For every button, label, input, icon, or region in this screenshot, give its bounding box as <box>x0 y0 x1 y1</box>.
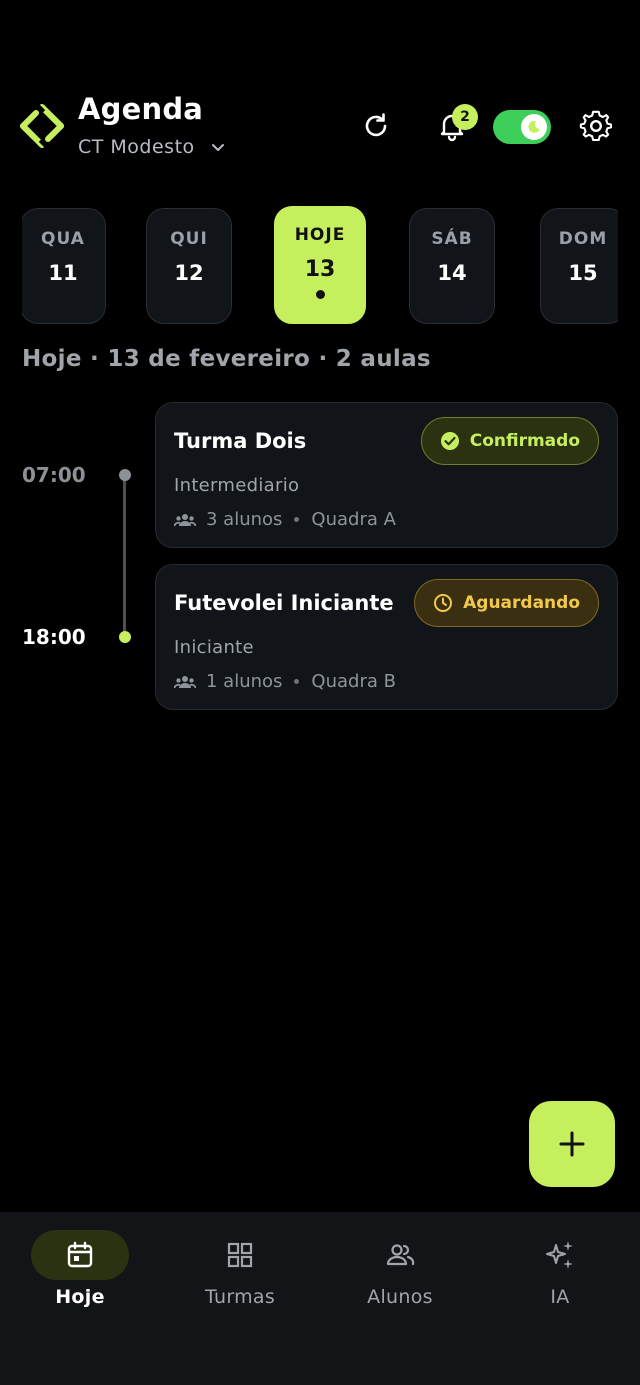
timeline-line <box>123 476 126 638</box>
nav-icon-container <box>351 1230 449 1280</box>
nav-item-ia[interactable]: IA <box>480 1230 640 1308</box>
nav-label: Turmas <box>204 1286 276 1308</box>
nav-item-hoje[interactable]: Hoje <box>0 1230 160 1308</box>
theme-toggle[interactable] <box>493 110 551 144</box>
nav-item-alunos[interactable]: Alunos <box>320 1230 480 1308</box>
group-icon <box>174 513 196 526</box>
day-name: DOM <box>558 229 608 249</box>
day-name: SÁB <box>431 229 473 249</box>
nav-label: IA <box>550 1286 570 1308</box>
class-title: Futevolei Iniciante <box>174 591 394 615</box>
chevron-down-icon <box>211 144 224 151</box>
page-title: Agenda <box>78 92 204 126</box>
students-count: 1 alunos <box>206 671 283 692</box>
day-card-hoje[interactable]: HOJE 13 <box>274 206 366 324</box>
bottom-navigation: Hoje Turmas Alunos IA <box>0 1212 640 1385</box>
status-label: Confirmado <box>469 431 580 451</box>
notification-badge: 2 <box>452 104 478 130</box>
day-selector: QUA 11 QUI 12 HOJE 13 SÁB 14 DOM 15 <box>22 206 618 326</box>
class-meta: 1 alunos Quadra B <box>174 671 396 692</box>
gear-icon <box>579 110 612 142</box>
nav-label: Hoje <box>55 1286 105 1308</box>
logo-icon <box>20 104 64 148</box>
meta-separator <box>294 679 300 684</box>
day-number: 15 <box>568 261 598 285</box>
class-meta: 3 alunos Quadra A <box>174 509 396 530</box>
plus-icon <box>559 1131 585 1157</box>
class-level: Iniciante <box>174 637 254 658</box>
class-level: Intermediario <box>174 475 300 496</box>
users-icon <box>386 1244 415 1266</box>
day-name: HOJE <box>294 225 346 245</box>
students-count: 3 alunos <box>206 509 283 530</box>
nav-icon-container <box>511 1230 609 1280</box>
nav-icon-container <box>31 1230 129 1280</box>
nav-item-turmas[interactable]: Turmas <box>160 1230 320 1308</box>
timeline-dot <box>119 469 131 481</box>
day-number: 12 <box>174 261 204 285</box>
status-label: Aguardando <box>463 593 580 613</box>
class-card[interactable]: Turma Dois Confirmado Intermediario 3 al… <box>155 402 618 548</box>
day-name: QUI <box>170 229 208 249</box>
meta-separator <box>294 517 300 522</box>
day-card-sab[interactable]: SÁB 14 <box>409 208 495 324</box>
day-number: 14 <box>437 261 467 285</box>
class-time: 07:00 <box>22 463 86 487</box>
clock-icon <box>434 594 453 612</box>
refresh-icon <box>365 113 387 137</box>
date-summary: Hoje · 13 de fevereiro · 2 aulas <box>22 346 431 372</box>
day-name: QUA <box>41 229 85 249</box>
day-card-dom[interactable]: DOM 15 <box>540 208 618 324</box>
center-name: CT Modesto <box>78 136 195 158</box>
status-badge: Confirmado <box>420 417 599 465</box>
group-icon <box>174 675 196 688</box>
class-card[interactable]: Futevolei Iniciante Aguardando Iniciante… <box>155 564 618 710</box>
day-card-qua[interactable]: QUA 11 <box>22 208 106 324</box>
day-number: 11 <box>48 261 78 285</box>
grid-icon <box>227 1242 253 1268</box>
refresh-button[interactable] <box>358 108 394 144</box>
app-header: Agenda CT Modesto 2 <box>0 0 640 190</box>
class-time: 18:00 <box>22 625 86 649</box>
nav-icon-container <box>191 1230 289 1280</box>
day-card-qui[interactable]: QUI 12 <box>146 208 232 324</box>
calendar-icon <box>67 1241 93 1268</box>
add-class-button[interactable] <box>529 1101 615 1187</box>
check-circle-icon <box>440 432 459 450</box>
settings-button[interactable] <box>578 108 614 144</box>
has-classes-dot <box>315 290 325 299</box>
status-badge: Aguardando <box>414 579 599 627</box>
sparkles-icon <box>546 1241 573 1269</box>
court-name: Quadra A <box>311 509 396 530</box>
center-selector[interactable]: CT Modesto <box>78 136 227 158</box>
toggle-knob <box>521 114 547 140</box>
nav-label: Alunos <box>367 1286 433 1308</box>
day-number: 13 <box>304 257 336 282</box>
timeline-dot-current <box>119 631 131 643</box>
court-name: Quadra B <box>311 671 396 692</box>
moon-icon <box>528 120 540 133</box>
class-title: Turma Dois <box>174 429 307 453</box>
